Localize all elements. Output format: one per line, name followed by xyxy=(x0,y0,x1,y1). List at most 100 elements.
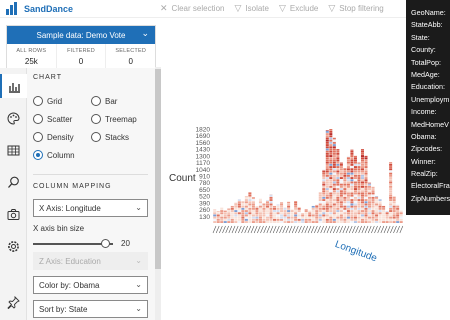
column-bar[interactable] xyxy=(262,203,266,224)
scrollbar-thumb[interactable] xyxy=(155,69,161,269)
column-bar[interactable] xyxy=(322,169,326,223)
column-bar[interactable] xyxy=(375,196,379,223)
sort-by-dropdown[interactable]: Sort by: State ⌄ xyxy=(33,300,148,318)
column-bar[interactable] xyxy=(396,204,400,223)
column-bar[interactable] xyxy=(350,149,354,223)
rail-chart-button[interactable] xyxy=(0,74,27,98)
column-bar[interactable] xyxy=(283,207,287,223)
column-bar[interactable] xyxy=(329,129,333,223)
stop-filtering-button[interactable]: ▽ Stop filtering xyxy=(328,3,383,14)
bar-cell xyxy=(318,216,322,219)
color-by-dropdown[interactable]: Color by: Obama ⌄ xyxy=(33,276,148,294)
column-bar[interactable] xyxy=(220,207,224,223)
chart-option-density[interactable]: Density xyxy=(33,132,74,142)
column-bar[interactable] xyxy=(368,182,372,223)
rail-pin-button[interactable] xyxy=(0,290,27,314)
column-bar[interactable] xyxy=(311,205,315,223)
column-bar[interactable] xyxy=(318,192,322,223)
bin-size-slider[interactable]: 20 xyxy=(0,239,163,250)
column-bar[interactable] xyxy=(325,130,329,223)
rail-table-button[interactable] xyxy=(0,138,27,162)
chart-option-treemap[interactable]: Treemap xyxy=(91,114,137,124)
radio-button[interactable] xyxy=(91,132,101,142)
chart-option-bar[interactable]: Bar xyxy=(91,96,117,106)
column-bar[interactable] xyxy=(227,208,231,223)
column-bar[interactable] xyxy=(346,155,350,223)
column-bar[interactable] xyxy=(336,149,340,223)
chart-option-grid[interactable]: Grid xyxy=(33,96,62,106)
column-bar[interactable] xyxy=(294,201,298,223)
x-tick-label xyxy=(396,225,400,234)
rail-snapshot-button[interactable] xyxy=(0,202,27,226)
column-bar[interactable] xyxy=(364,155,368,223)
column-bar[interactable] xyxy=(290,209,294,223)
column-bar[interactable] xyxy=(237,199,241,223)
x-tick-label xyxy=(304,225,309,234)
column-bar[interactable] xyxy=(308,210,312,223)
column-bar[interactable] xyxy=(301,213,305,223)
column-chart[interactable]: 1820169015601430130011701040910780650520… xyxy=(163,18,406,320)
x-axis-dropdown[interactable]: X Axis: Longitude ⌄ xyxy=(33,199,148,217)
rail-color-button[interactable] xyxy=(0,106,27,130)
chart-option-scatter[interactable]: Scatter xyxy=(33,114,72,124)
column-bar[interactable] xyxy=(244,196,248,223)
column-bar[interactable] xyxy=(392,196,396,223)
bar-cell xyxy=(325,216,329,219)
column-bar[interactable] xyxy=(399,210,403,223)
radio-button[interactable] xyxy=(91,114,101,124)
bar-cell xyxy=(368,207,372,210)
radio-button[interactable] xyxy=(33,96,43,106)
column-bar[interactable] xyxy=(339,162,343,223)
column-mapping-title: COLUMN MAPPING xyxy=(33,183,112,190)
column-bar[interactable] xyxy=(332,137,336,223)
column-bar[interactable] xyxy=(223,210,227,223)
column-bar[interactable] xyxy=(255,206,259,223)
column-bar[interactable] xyxy=(304,209,308,223)
column-bar[interactable] xyxy=(230,205,234,223)
column-bar[interactable] xyxy=(265,200,269,223)
column-bar[interactable] xyxy=(273,205,277,223)
dataset-selector[interactable]: Sample data: Demo Vote ⌄ xyxy=(7,26,155,44)
exclude-button[interactable]: ▽ Exclude xyxy=(279,3,318,14)
column-bar[interactable] xyxy=(382,205,386,223)
column-bar[interactable] xyxy=(357,162,361,223)
column-bar[interactable] xyxy=(241,201,245,223)
column-bar[interactable] xyxy=(315,204,319,223)
radio-button[interactable] xyxy=(91,96,101,106)
column-bar[interactable] xyxy=(353,155,357,223)
column-bar[interactable] xyxy=(287,201,291,223)
column-bar[interactable] xyxy=(269,194,273,223)
clear-selection-button[interactable]: ✕ Clear selection xyxy=(160,3,224,14)
bar-cell xyxy=(357,216,361,219)
column-bar[interactable] xyxy=(216,211,220,223)
slider-thumb[interactable] xyxy=(101,239,110,248)
sidebar-scrollbar[interactable] xyxy=(155,67,161,320)
column-bar[interactable] xyxy=(234,202,238,223)
chart-option-column[interactable]: Column xyxy=(33,150,75,160)
column-bar[interactable] xyxy=(213,209,217,223)
bar-cell xyxy=(251,197,255,199)
column-bar[interactable] xyxy=(360,149,364,223)
x-tick-label xyxy=(348,225,353,234)
bar-cell xyxy=(392,212,396,215)
column-bar[interactable] xyxy=(251,197,255,223)
column-bar[interactable] xyxy=(378,199,382,223)
column-bar[interactable] xyxy=(258,198,262,223)
radio-button-selected[interactable] xyxy=(33,150,43,160)
rail-search-button[interactable] xyxy=(0,170,27,194)
column-bar[interactable] xyxy=(276,204,280,223)
column-bar[interactable] xyxy=(297,206,301,223)
bar-cell xyxy=(378,212,382,215)
column-bar[interactable] xyxy=(389,162,393,223)
isolate-button[interactable]: ▽ Isolate xyxy=(234,3,269,14)
column-bar[interactable] xyxy=(248,192,252,223)
column-bar[interactable] xyxy=(280,202,284,223)
app-logo[interactable]: SandDance xyxy=(0,2,160,15)
chart-option-stacks[interactable]: Stacks xyxy=(91,132,129,142)
column-bar[interactable] xyxy=(343,168,347,223)
column-bar[interactable] xyxy=(371,186,375,223)
bar-cell xyxy=(350,203,354,206)
radio-button[interactable] xyxy=(33,132,43,142)
radio-button[interactable] xyxy=(33,114,43,124)
column-bar[interactable] xyxy=(385,211,389,223)
